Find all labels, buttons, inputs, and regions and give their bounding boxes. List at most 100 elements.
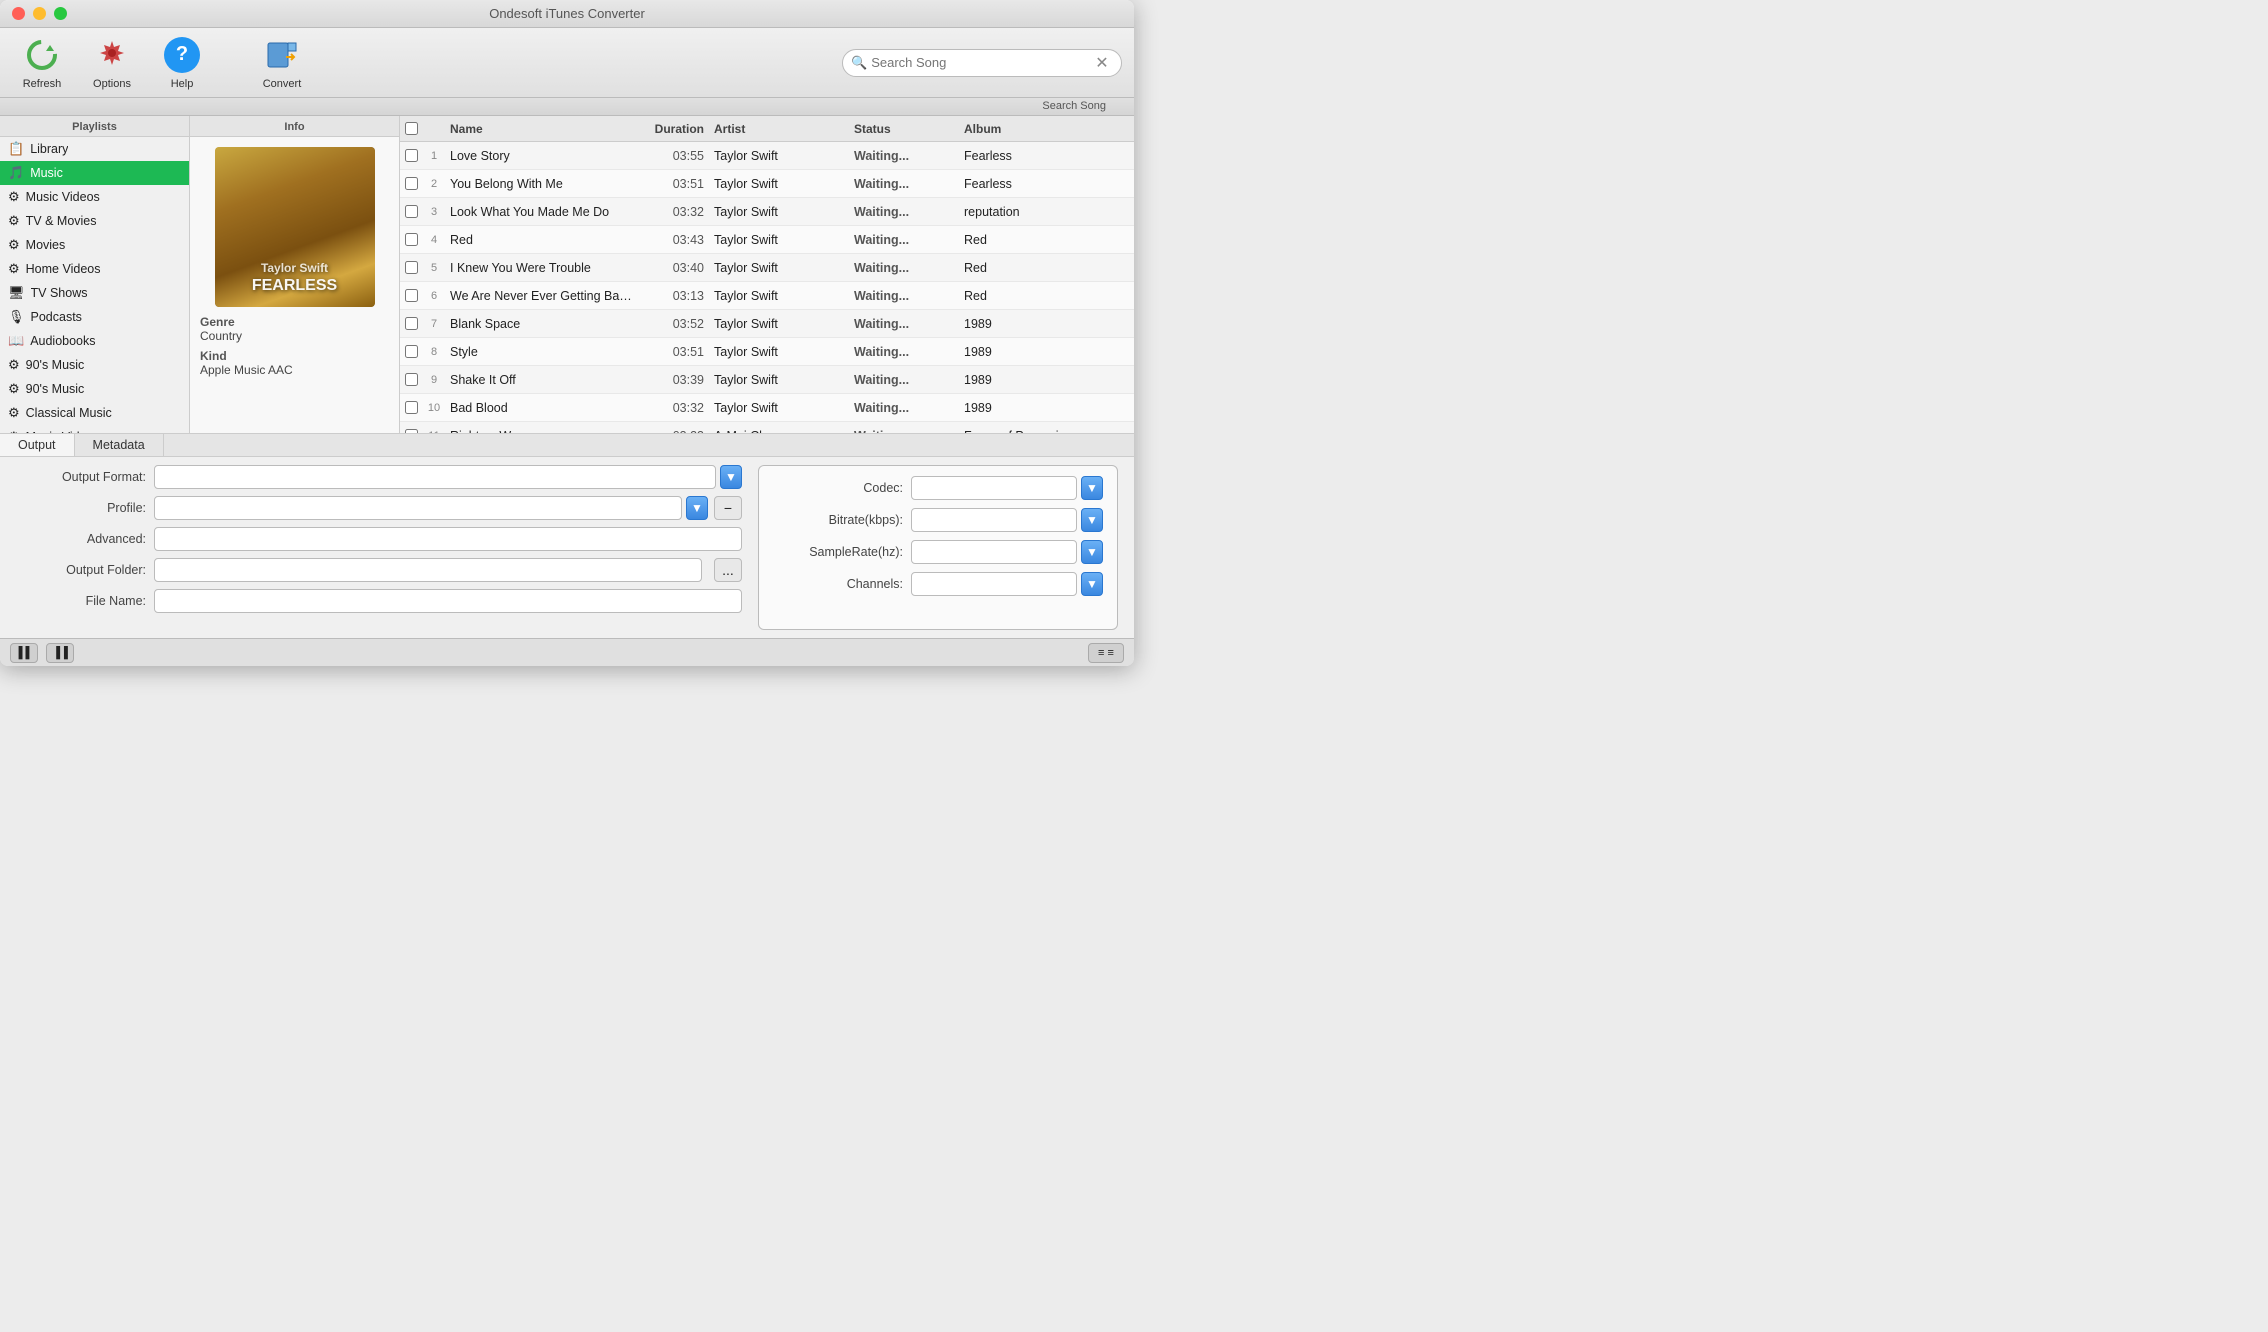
track-album-5: Red bbox=[964, 289, 1134, 303]
options-button[interactable]: Options bbox=[82, 36, 142, 90]
convert-button[interactable]: Convert bbox=[252, 36, 312, 90]
sidebar-label-home-videos: Home Videos bbox=[26, 262, 101, 276]
track-row[interactable]: 3 Look What You Made Me Do 03:32 Taylor … bbox=[400, 198, 1134, 226]
sidebar-item-audiobooks[interactable]: 📖Audiobooks bbox=[0, 329, 189, 353]
help-button[interactable]: ? Help bbox=[152, 36, 212, 90]
header-check[interactable] bbox=[400, 122, 422, 135]
track-row[interactable]: 11 Right as Wrong 03:33 A-Mei Chang Wait… bbox=[400, 422, 1134, 433]
track-row[interactable]: 6 We Are Never Ever Getting Back Tog... … bbox=[400, 282, 1134, 310]
output-format-dropdown-btn[interactable]: ▼ bbox=[720, 465, 742, 489]
track-checkbox-8[interactable] bbox=[405, 373, 418, 386]
track-check-7[interactable] bbox=[400, 345, 422, 358]
track-check-6[interactable] bbox=[400, 317, 422, 330]
codec-dropdown-btn[interactable]: ▼ bbox=[1081, 476, 1103, 500]
output-folder-input[interactable]: /Users/Joyce/Music/Ondesoft iTunes Conve… bbox=[154, 558, 702, 582]
sidebar-item-classical[interactable]: ⚙Classical Music bbox=[0, 401, 189, 425]
sidebar-item-library[interactable]: 📋Library bbox=[0, 137, 189, 161]
sidebar-item-movies[interactable]: ⚙Movies bbox=[0, 233, 189, 257]
track-checkbox-3[interactable] bbox=[405, 233, 418, 246]
track-checkbox-2[interactable] bbox=[405, 205, 418, 218]
track-row[interactable]: 2 You Belong With Me 03:51 Taylor Swift … bbox=[400, 170, 1134, 198]
samplerate-select[interactable]: 44100 bbox=[911, 540, 1077, 564]
track-row[interactable]: 4 Red 03:43 Taylor Swift Waiting... Red bbox=[400, 226, 1134, 254]
track-row[interactable]: 1 Love Story 03:55 Taylor Swift Waiting.… bbox=[400, 142, 1134, 170]
pause-button[interactable]: ▐▐ bbox=[46, 643, 74, 663]
close-button[interactable] bbox=[12, 7, 25, 20]
track-name-6: Blank Space bbox=[446, 317, 634, 331]
search-clear-button[interactable]: ✕ bbox=[1095, 53, 1108, 73]
advanced-input[interactable]: Codec=mp3, Channel=2, SampleRate=44100 H… bbox=[154, 527, 742, 551]
track-row[interactable]: 7 Blank Space 03:52 Taylor Swift Waiting… bbox=[400, 310, 1134, 338]
track-checkbox-0[interactable] bbox=[405, 149, 418, 162]
track-check-3[interactable] bbox=[400, 233, 422, 246]
convert-label: Convert bbox=[263, 78, 302, 90]
track-checkbox-5[interactable] bbox=[405, 289, 418, 302]
sidebar-item-tv-movies[interactable]: ⚙TV & Movies bbox=[0, 209, 189, 233]
maximize-button[interactable] bbox=[54, 7, 67, 20]
sidebar-item-90s-music[interactable]: ⚙90's Music bbox=[0, 353, 189, 377]
file-name-input[interactable]: Love Story Taylor Swift.mp3 bbox=[154, 589, 742, 613]
sidebar-label-tv-movies: TV & Movies bbox=[26, 214, 97, 228]
sidebar-item-home-videos[interactable]: ⚙Home Videos bbox=[0, 257, 189, 281]
track-row[interactable]: 8 Style 03:51 Taylor Swift Waiting... 19… bbox=[400, 338, 1134, 366]
profile-dropdown-btn[interactable]: ▼ bbox=[686, 496, 708, 520]
track-duration-3: 03:43 bbox=[634, 233, 714, 247]
track-checkbox-7[interactable] bbox=[405, 345, 418, 358]
sidebar-item-music-videos2[interactable]: ⚙Music Videos bbox=[0, 425, 189, 433]
profile-minus-btn[interactable]: − bbox=[714, 496, 742, 520]
track-artist-8: Taylor Swift bbox=[714, 373, 854, 387]
profile-label: Profile: bbox=[16, 501, 146, 515]
track-check-2[interactable] bbox=[400, 205, 422, 218]
track-check-0[interactable] bbox=[400, 149, 422, 162]
tab-output[interactable]: Output bbox=[0, 434, 75, 456]
convert-icon bbox=[263, 36, 301, 74]
browse-button[interactable]: ... bbox=[714, 558, 742, 582]
play-button[interactable]: ▐ ▌ bbox=[10, 643, 38, 663]
sidebar-item-tv-shows[interactable]: 🖥TV Shows bbox=[0, 281, 189, 305]
bitrate-select[interactable]: 128 bbox=[911, 508, 1077, 532]
track-checkbox-1[interactable] bbox=[405, 177, 418, 190]
output-format-input[interactable]: MP3 - MPEG-1 Audio Layer 3 bbox=[154, 465, 716, 489]
search-input[interactable] bbox=[871, 55, 1091, 70]
track-row[interactable]: 9 Shake It Off 03:39 Taylor Swift Waitin… bbox=[400, 366, 1134, 394]
track-checkbox-4[interactable] bbox=[405, 261, 418, 274]
track-row[interactable]: 5 I Knew You Were Trouble 03:40 Taylor S… bbox=[400, 254, 1134, 282]
track-check-4[interactable] bbox=[400, 261, 422, 274]
codec-select[interactable]: mp3 bbox=[911, 476, 1077, 500]
status-bar: ▐ ▌ ▐▐ ≡ ≡ bbox=[0, 638, 1134, 666]
sidebar-label-classical: Classical Music bbox=[26, 406, 112, 420]
track-checkbox-9[interactable] bbox=[405, 401, 418, 414]
sidebar-label-podcasts: Podcasts bbox=[31, 310, 82, 324]
track-check-9[interactable] bbox=[400, 401, 422, 414]
profile-input[interactable]: MP3 - Normal Quality( 44100 Hz, stereo ,… bbox=[154, 496, 682, 520]
sidebar: Playlists 📋Library🎵Music⚙Music Videos⚙TV… bbox=[0, 116, 190, 433]
tab-metadata[interactable]: Metadata bbox=[75, 434, 164, 456]
kind-label: Kind bbox=[200, 349, 389, 363]
sidebar-item-music[interactable]: 🎵Music bbox=[0, 161, 189, 185]
channels-select[interactable]: 2 bbox=[911, 572, 1077, 596]
sidebar-item-90s-music2[interactable]: ⚙90's Music bbox=[0, 377, 189, 401]
sidebar-item-podcasts[interactable]: 🎙 Podcasts bbox=[0, 305, 189, 329]
channels-dropdown-btn[interactable]: ▼ bbox=[1081, 572, 1103, 596]
track-check-8[interactable] bbox=[400, 373, 422, 386]
sidebar-header: Playlists bbox=[0, 116, 189, 137]
track-list-header: Name Duration Artist Status Album bbox=[400, 116, 1134, 142]
lines-button[interactable]: ≡ ≡ bbox=[1088, 643, 1124, 663]
track-check-1[interactable] bbox=[400, 177, 422, 190]
sidebar-icon-audiobooks: 📖 bbox=[8, 333, 24, 349]
minimize-button[interactable] bbox=[33, 7, 46, 20]
track-row[interactable]: 10 Bad Blood 03:32 Taylor Swift Waiting.… bbox=[400, 394, 1134, 422]
track-checkbox-6[interactable] bbox=[405, 317, 418, 330]
refresh-button[interactable]: Refresh bbox=[12, 36, 72, 90]
track-duration-9: 03:32 bbox=[634, 401, 714, 415]
sidebar-item-music-videos[interactable]: ⚙Music Videos bbox=[0, 185, 189, 209]
bitrate-dropdown-btn[interactable]: ▼ bbox=[1081, 508, 1103, 532]
track-num-0: 1 bbox=[422, 150, 446, 162]
sidebar-icon-tv-shows: 🖥 bbox=[8, 285, 25, 301]
sidebar-icon-podcasts: 🎙 bbox=[8, 309, 25, 325]
select-all-checkbox[interactable] bbox=[405, 122, 418, 135]
track-check-5[interactable] bbox=[400, 289, 422, 302]
samplerate-dropdown-btn[interactable]: ▼ bbox=[1081, 540, 1103, 564]
help-circle: ? bbox=[164, 37, 200, 73]
track-num-5: 6 bbox=[422, 290, 446, 302]
